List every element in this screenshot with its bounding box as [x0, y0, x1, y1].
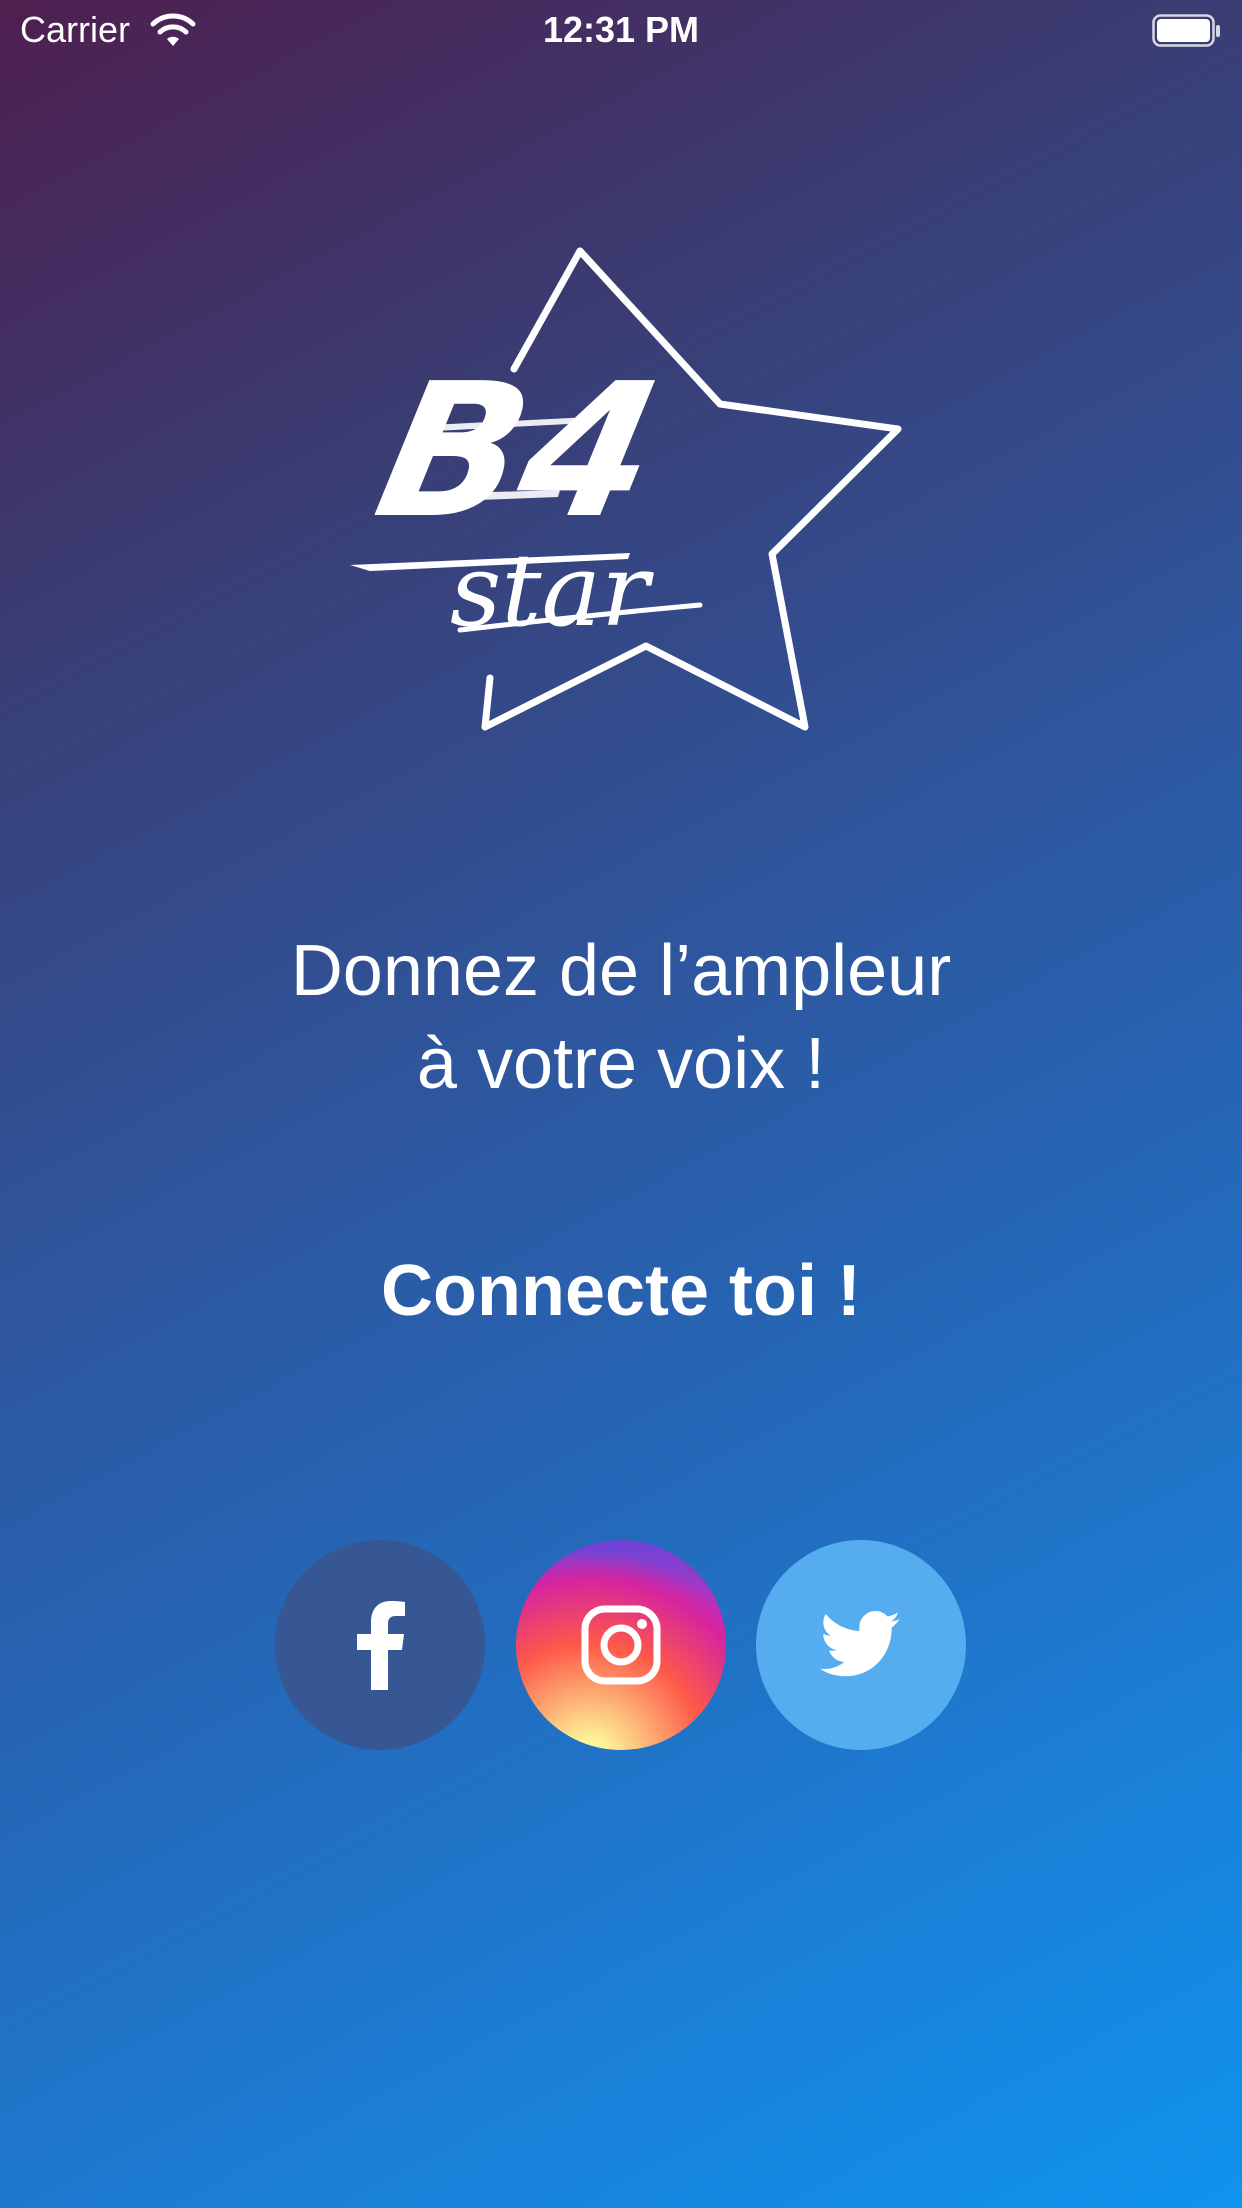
facebook-icon	[357, 1601, 405, 1690]
status-bar: Carrier 12:31 PM	[0, 0, 1242, 60]
b4-star-logo: B4 star	[350, 247, 902, 731]
instagram-icon	[581, 1605, 661, 1685]
svg-text:B4: B4	[361, 344, 677, 560]
twitter-icon	[820, 1611, 901, 1677]
status-time: 12:31 PM	[542, 9, 700, 50]
tagline-line-1: Donnez de l’ampleur	[290, 931, 952, 1011]
tagline-line-2: à votre voix !	[416, 1024, 826, 1104]
battery-icon	[1152, 14, 1220, 47]
instagram-login-button[interactable]	[516, 1540, 726, 1750]
logo-text: B4 star	[350, 344, 703, 649]
twitter-login-button[interactable]	[756, 1540, 966, 1750]
svg-text:star: star	[450, 532, 654, 649]
connect-title: Connecte toi !	[381, 1251, 861, 1331]
facebook-login-button[interactable]	[275, 1540, 485, 1750]
